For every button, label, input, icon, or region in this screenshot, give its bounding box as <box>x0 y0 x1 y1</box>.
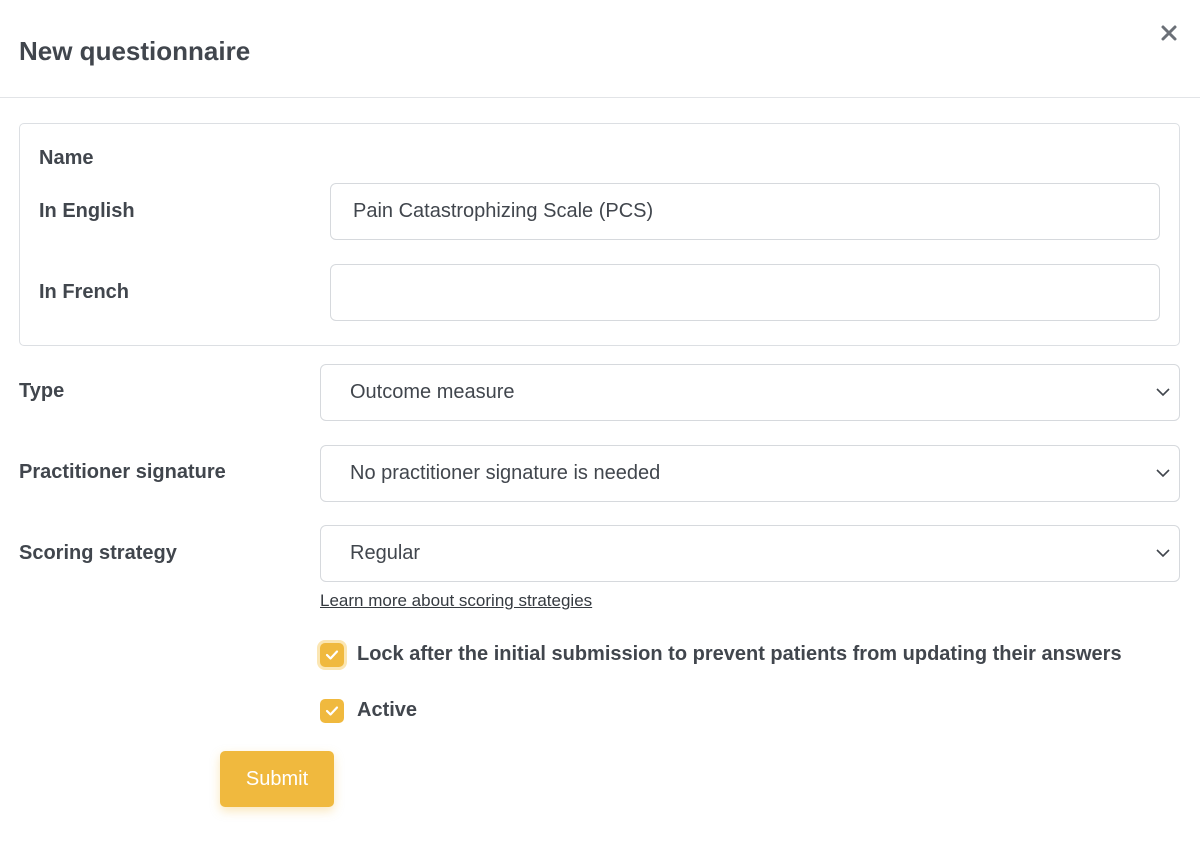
check-icon <box>325 650 339 660</box>
chevron-down-icon <box>1156 388 1170 397</box>
lock-checkbox[interactable] <box>320 643 344 667</box>
name-section: Name In English In French <box>19 123 1180 346</box>
practitioner-signature-label: Practitioner signature <box>19 461 226 483</box>
scoring-strategy-selected-value: Regular <box>350 542 421 564</box>
active-checkbox[interactable] <box>320 699 344 723</box>
submit-button[interactable]: Submit <box>220 751 334 807</box>
close-icon[interactable] <box>1158 22 1180 44</box>
practitioner-signature-select[interactable]: No practitioner signature is needed <box>320 445 1180 502</box>
type-selected-value: Outcome measure <box>350 381 515 403</box>
scoring-strategy-label: Scoring strategy <box>19 542 177 564</box>
english-name-input[interactable] <box>330 183 1160 240</box>
scoring-strategy-select[interactable]: Regular <box>320 525 1180 582</box>
scoring-strategies-help-link[interactable]: Learn more about scoring strategies <box>320 591 592 611</box>
chevron-down-icon <box>1156 469 1170 478</box>
lock-checkbox-label[interactable]: Lock after the initial submission to pre… <box>357 643 1122 666</box>
chevron-down-icon <box>1156 549 1170 558</box>
modal-header: New questionnaire <box>0 0 1200 98</box>
modal-title: New questionnaire <box>19 36 251 66</box>
type-select[interactable]: Outcome measure <box>320 364 1180 421</box>
practitioner-signature-selected-value: No practitioner signature is needed <box>350 462 661 484</box>
type-label: Type <box>19 380 65 402</box>
check-icon <box>325 706 339 716</box>
french-name-label: In French <box>39 281 130 303</box>
english-name-label: In English <box>39 200 135 222</box>
name-heading: Name <box>39 147 94 169</box>
active-checkbox-label[interactable]: Active <box>357 699 417 722</box>
french-name-input[interactable] <box>330 264 1160 321</box>
